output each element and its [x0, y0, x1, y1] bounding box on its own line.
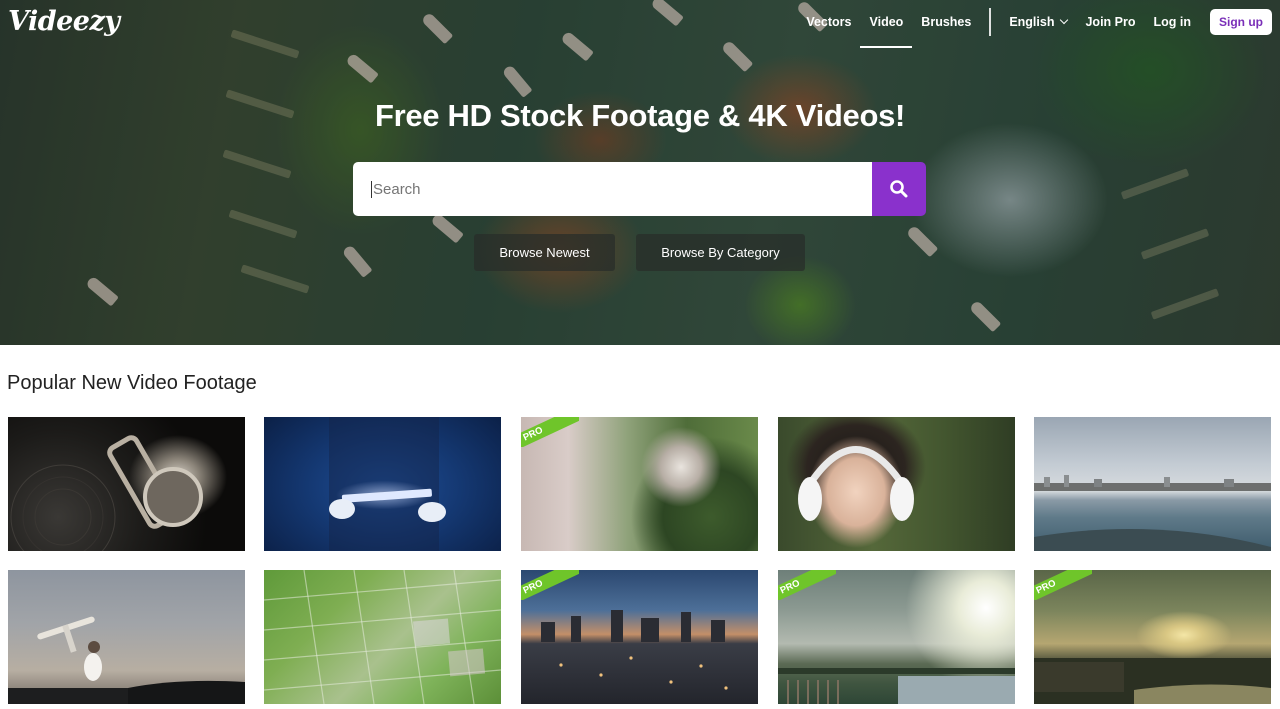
pro-badge-label: PRO	[778, 570, 836, 600]
video-thumbnail[interactable]: PRO	[1034, 570, 1271, 704]
city-bay-icon	[1034, 475, 1271, 551]
video-thumbnail[interactable]: PRO	[521, 417, 758, 551]
pro-badge: PRO	[521, 417, 579, 447]
signup-button[interactable]: Sign up	[1210, 9, 1272, 35]
search-icon	[890, 180, 908, 198]
browse-newest-button[interactable]: Browse Newest	[474, 234, 615, 271]
login-link[interactable]: Log in	[1145, 0, 1201, 44]
browse-category-button[interactable]: Browse By Category	[636, 234, 805, 271]
video-thumbnail[interactable]: PRO	[521, 570, 758, 704]
search-box[interactable]	[353, 162, 873, 216]
pro-badge: PRO	[778, 570, 836, 600]
language-label: English	[1009, 15, 1055, 29]
model-airplane-icon	[8, 616, 245, 704]
nav-video[interactable]: Video	[860, 0, 913, 48]
video-thumbnail[interactable]	[778, 417, 1015, 551]
pro-badge-label: PRO	[521, 570, 579, 600]
join-pro-link[interactable]: Join Pro	[1076, 0, 1144, 44]
video-thumbnail[interactable]	[1034, 417, 1271, 551]
nav-divider	[989, 8, 992, 36]
chevron-down-icon	[1060, 15, 1069, 25]
video-thumbnail[interactable]: PRO	[778, 570, 1015, 704]
pro-badge-label: PRO	[521, 417, 579, 447]
nav-vectors[interactable]: Vectors	[797, 0, 860, 44]
video-thumbnail[interactable]	[264, 570, 501, 704]
top-nav: Vectors Video Brushes English Join Pro L…	[797, 0, 1280, 48]
field-plots-icon	[264, 570, 501, 704]
videezy-logo[interactable]: Videezy	[8, 6, 120, 37]
language-selector[interactable]: English	[1000, 0, 1076, 44]
pro-badge-label: PRO	[1034, 570, 1092, 600]
hero-banner: Videezy Vectors Video Brushes English Jo…	[0, 0, 1280, 345]
video-thumbnail[interactable]	[8, 570, 245, 704]
search-input[interactable]	[371, 180, 873, 198]
nav-brushes[interactable]: Brushes	[912, 0, 980, 44]
vinyl-record-icon	[10, 435, 203, 551]
pro-badge: PRO	[1034, 570, 1092, 600]
video-thumbnail[interactable]	[8, 417, 245, 551]
section-title: Popular New Video Footage	[7, 372, 257, 394]
tablet-glow-icon	[329, 417, 446, 551]
video-thumbnail[interactable]	[264, 417, 501, 551]
hero-title: Free HD Stock Footage & 4K Videos!	[374, 98, 906, 133]
headphones-icon	[798, 446, 914, 521]
pro-badge: PRO	[521, 570, 579, 600]
search-button[interactable]	[872, 162, 926, 216]
